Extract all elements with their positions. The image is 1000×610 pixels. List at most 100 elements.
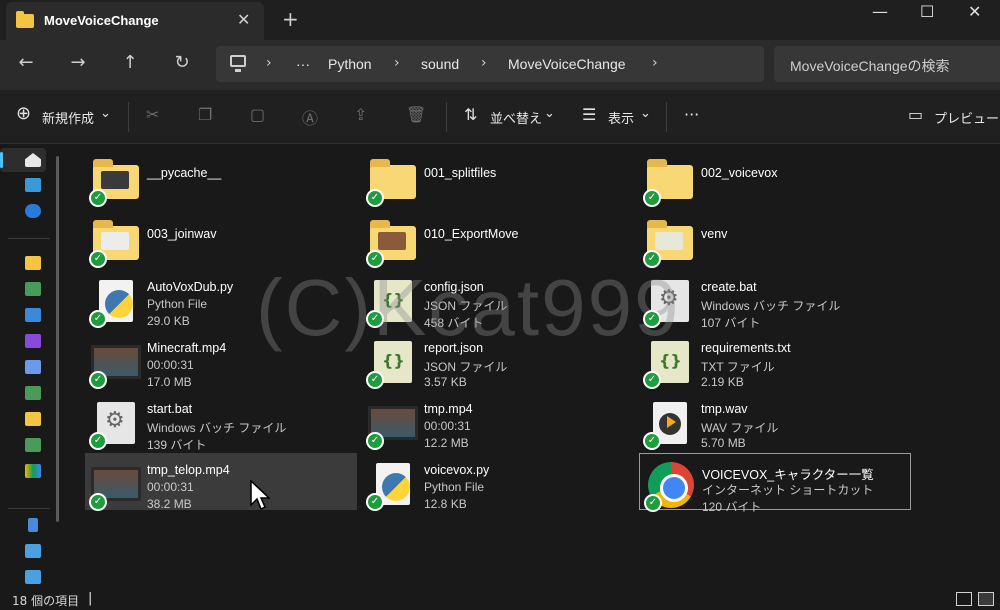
- list-item[interactable]: ✓ AutoVoxDub.py Python File 29.0 KB: [85, 270, 357, 328]
- delete-icon[interactable]: 🗑: [406, 105, 426, 124]
- paste-icon[interactable]: ▢: [250, 105, 265, 124]
- back-button[interactable]: ←: [14, 52, 38, 73]
- folder-icon[interactable]: [25, 282, 41, 296]
- folder-icon[interactable]: [25, 438, 41, 452]
- list-item[interactable]: ✓ tmp.wav WAV ファイル 5.70 MB: [639, 392, 911, 450]
- breadcrumb-python[interactable]: Python: [328, 56, 372, 72]
- folder-icon[interactable]: [25, 412, 41, 426]
- item-name: tmp.wav: [701, 402, 748, 416]
- list-item[interactable]: ✓ requirements.txt TXT ファイル 2.19 KB: [639, 331, 911, 389]
- folder-icon: ✓: [643, 214, 695, 268]
- search-input[interactable]: MoveVoiceChangeの検索: [774, 46, 1000, 82]
- tab-close-icon[interactable]: ✕: [237, 10, 250, 29]
- tab-title: MoveVoiceChange: [44, 13, 159, 28]
- divider: [666, 102, 667, 132]
- list-item[interactable]: ✓ voicevox.py Python File 12.8 KB: [362, 453, 634, 511]
- preview-button[interactable]: プレビュー: [934, 108, 999, 127]
- item-name: create.bat: [701, 280, 757, 294]
- list-item[interactable]: ✓ Minecraft.mp4 00:00:31 17.0 MB: [85, 331, 357, 389]
- computer-icon: [230, 55, 246, 72]
- onedrive-icon[interactable]: [25, 204, 41, 218]
- up-button[interactable]: ↑: [118, 52, 142, 73]
- folder-icon[interactable]: [25, 386, 41, 400]
- breadcrumb-movevoicechange[interactable]: MoveVoiceChange: [508, 56, 626, 72]
- folder-icon[interactable]: [25, 256, 41, 270]
- breadcrumb-sound[interactable]: sound: [421, 56, 459, 72]
- list-item-selected[interactable]: ✓ tmp_telop.mp4 00:00:31 38.2 MB: [85, 453, 357, 511]
- list-item[interactable]: ✓ start.bat Windows バッチ ファイル 139 バイト: [85, 392, 357, 452]
- item-type: Windows バッチ ファイル: [147, 421, 287, 435]
- synced-icon: ✓: [366, 432, 384, 450]
- folder-icon: ✓: [89, 153, 141, 207]
- more-options-button[interactable]: ···: [684, 105, 699, 124]
- list-item[interactable]: ✓ 010_ExportMove: [362, 210, 634, 268]
- synced-icon: ✓: [366, 493, 384, 511]
- list-item[interactable]: ✓ 002_voicevox: [639, 149, 911, 207]
- maximize-button[interactable]: ☐: [920, 2, 934, 21]
- gallery-icon[interactable]: [25, 178, 41, 192]
- navigation-pane: [0, 144, 56, 588]
- item-name: tmp.mp4: [424, 402, 473, 416]
- tab-movevoicechange[interactable]: MoveVoiceChange ✕: [6, 2, 264, 40]
- synced-icon: ✓: [89, 493, 107, 511]
- text-caret: |: [88, 591, 93, 606]
- synced-icon: ✓: [643, 432, 661, 450]
- list-item[interactable]: ✓ 001_splitfiles: [362, 149, 634, 207]
- chevron-right-icon: ›: [481, 55, 487, 71]
- list-item[interactable]: ✓ tmp.mp4 00:00:31 12.2 MB: [362, 392, 634, 450]
- google-drive-icon[interactable]: [25, 464, 41, 478]
- sort-button[interactable]: 並べ替え: [490, 108, 542, 127]
- list-item[interactable]: ✓ 003_joinwav: [85, 210, 357, 268]
- item-name: config.json: [424, 280, 484, 294]
- new-button[interactable]: 新規作成: [42, 108, 94, 127]
- file-list: ✓ __pycache__ ✓ 001_splitfiles ✓ 002_voi…: [70, 144, 1000, 588]
- documents-icon[interactable]: [25, 360, 41, 374]
- list-item[interactable]: ✓ __pycache__: [85, 149, 357, 207]
- minimize-button[interactable]: —: [872, 2, 888, 21]
- item-name: 003_joinwav: [147, 227, 217, 241]
- this-pc-icon[interactable]: [25, 544, 41, 558]
- synced-icon: ✓: [366, 371, 384, 389]
- list-item-focused[interactable]: ✓ VOICEVOX_キャラクター一覧 インターネット ショートカット 120 …: [639, 453, 911, 514]
- folder-icon: ✓: [366, 214, 418, 268]
- chevron-right-icon: ›: [652, 55, 658, 71]
- synced-icon: ✓: [643, 189, 661, 207]
- phone-icon[interactable]: [28, 518, 38, 532]
- rename-icon[interactable]: Ⓐ: [302, 105, 318, 129]
- item-duration: 00:00:31: [424, 419, 471, 433]
- item-count: 18 個の項目: [12, 594, 80, 608]
- list-item[interactable]: ✓ config.json JSON ファイル 458 バイト: [362, 270, 634, 330]
- network-icon[interactable]: [25, 570, 41, 584]
- list-item[interactable]: ✓ venv: [639, 210, 911, 268]
- tiles-view-icon[interactable]: [978, 592, 994, 606]
- title-bar: MoveVoiceChange ✕ + — ☐ ✕: [0, 0, 1000, 40]
- folder-icon: ✓: [366, 153, 418, 207]
- refresh-button[interactable]: ↻: [170, 52, 194, 73]
- breadcrumb-more[interactable]: ···: [296, 56, 310, 72]
- synced-icon: ✓: [643, 310, 661, 328]
- videos-icon[interactable]: [25, 334, 41, 348]
- divider: [128, 102, 129, 132]
- pictures-icon[interactable]: [25, 308, 41, 322]
- cut-icon[interactable]: ✂: [146, 105, 159, 124]
- list-item[interactable]: ✓ report.json JSON ファイル 3.57 KB: [362, 331, 634, 389]
- view-button[interactable]: 表示: [608, 108, 634, 127]
- share-icon[interactable]: ⇪: [354, 105, 367, 124]
- chevron-right-icon: ›: [266, 55, 272, 71]
- batch-file-icon: ✓: [643, 274, 695, 328]
- new-tab-button[interactable]: +: [282, 7, 299, 31]
- item-size: 3.57 KB: [424, 375, 467, 389]
- copy-icon[interactable]: ❐: [198, 105, 212, 124]
- forward-button[interactable]: →: [66, 52, 90, 73]
- item-name: 002_voicevox: [701, 166, 778, 180]
- synced-icon: ✓: [643, 250, 661, 268]
- sidebar-scrollbar[interactable]: [56, 156, 59, 522]
- address-bar[interactable]: › ··· Python › sound › MoveVoiceChange ›: [216, 46, 764, 82]
- item-name: requirements.txt: [701, 341, 791, 355]
- list-item[interactable]: ✓ create.bat Windows バッチ ファイル 107 バイト: [639, 270, 911, 330]
- synced-icon: ✓: [644, 494, 662, 512]
- details-view-icon[interactable]: [956, 592, 972, 606]
- item-type: JSON ファイル: [424, 360, 508, 374]
- item-size: 38.2 MB: [147, 497, 192, 511]
- close-button[interactable]: ✕: [968, 2, 981, 21]
